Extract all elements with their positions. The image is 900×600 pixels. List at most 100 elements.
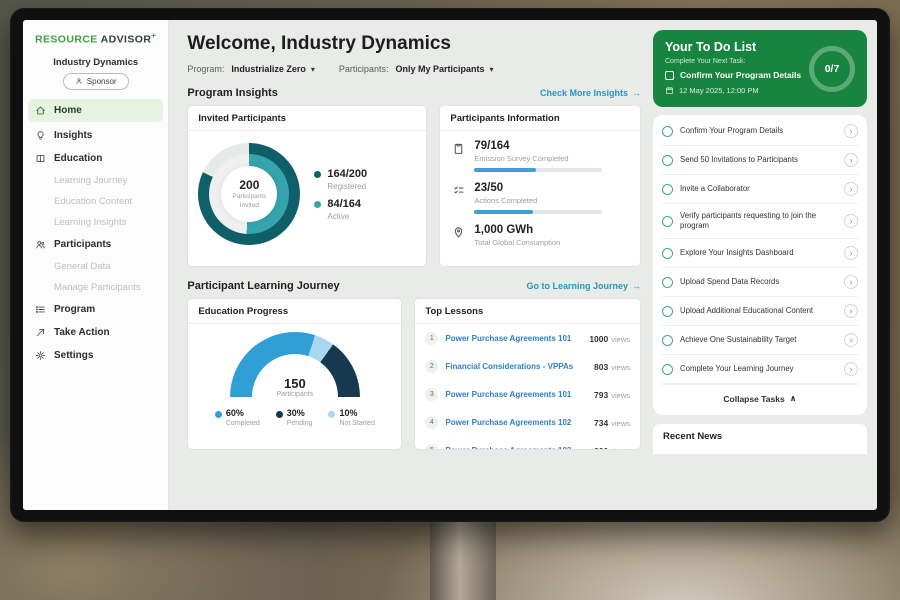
checklist-icon bbox=[452, 184, 465, 197]
chevron-right-icon[interactable]: › bbox=[844, 333, 858, 347]
todo-progress-ring: 0/7 bbox=[809, 46, 855, 92]
sidebar-item-manage-participants[interactable]: Manage Participants bbox=[23, 277, 168, 298]
views-unit: views bbox=[611, 419, 630, 428]
dashboard-screen: RESOURCE ADVISOR+ Industry Dynamics Spon… bbox=[23, 20, 877, 510]
gauge-label: Participants bbox=[230, 391, 360, 398]
task-checkbox-icon[interactable] bbox=[662, 155, 673, 166]
task-checkbox-icon[interactable] bbox=[662, 306, 673, 317]
legend-registered: 164/200 Registered bbox=[314, 168, 367, 191]
chevron-right-icon[interactable]: › bbox=[844, 124, 858, 138]
sidebar-item-learning-insights[interactable]: Learning Insights bbox=[23, 212, 168, 233]
chevron-right-icon[interactable]: › bbox=[844, 153, 858, 167]
todo-summary-card: Your To Do List Complete Your Next Task:… bbox=[653, 30, 867, 107]
task-row[interactable]: Verify participants requesting to join t… bbox=[662, 204, 858, 239]
collapse-tasks-button[interactable]: Collapse Tasks ∧ bbox=[662, 384, 858, 411]
next-task-row[interactable]: Confirm Your Program Details bbox=[665, 70, 815, 80]
legend-completed: 60% Completed bbox=[215, 408, 260, 427]
sidebar-nav: Home Insights Education Learning Journey… bbox=[23, 99, 168, 367]
sidebar-item-general-data[interactable]: General Data bbox=[23, 256, 168, 277]
sidebar-item-home[interactable]: Home bbox=[28, 99, 163, 122]
due-date: 12 May 2025, 12:00 PM bbox=[679, 86, 759, 95]
chevron-right-icon[interactable]: › bbox=[844, 275, 858, 289]
sidebar-item-take-action[interactable]: Take Action bbox=[23, 321, 168, 344]
checkbox-icon[interactable] bbox=[665, 71, 674, 80]
rank-badge: 3 bbox=[425, 388, 438, 401]
brand-primary: RESOURCE bbox=[35, 34, 98, 46]
registered-value: 164/200 bbox=[327, 168, 367, 180]
nav-label: Program bbox=[54, 304, 95, 315]
task-row[interactable]: Complete Your Learning Journey › bbox=[662, 355, 858, 384]
task-checkbox-icon[interactable] bbox=[662, 126, 673, 137]
link-label: Go to Learning Journey bbox=[526, 281, 628, 291]
lightbulb-icon bbox=[35, 130, 46, 141]
views-count: 803 bbox=[594, 362, 608, 372]
chevron-right-icon[interactable]: › bbox=[844, 214, 858, 228]
task-row[interactable]: Achieve One Sustainability Target › bbox=[662, 326, 858, 355]
lesson-link[interactable]: Financial Considerations - VPPAs bbox=[445, 362, 587, 371]
people-icon bbox=[35, 239, 46, 250]
book-icon bbox=[35, 153, 46, 164]
task-row[interactable]: Confirm Your Program Details › bbox=[662, 117, 858, 146]
learning-journey-title: Participant Learning Journey bbox=[187, 280, 339, 292]
sidebar-item-education[interactable]: Education bbox=[23, 147, 168, 170]
task-row[interactable]: Upload Additional Educational Content › bbox=[662, 297, 858, 326]
views-unit: views bbox=[611, 391, 630, 400]
chevron-right-icon[interactable]: › bbox=[844, 304, 858, 318]
task-row[interactable]: Upload Spend Data Records › bbox=[662, 268, 858, 297]
task-checkbox-icon[interactable] bbox=[662, 216, 673, 227]
org-name: Industry Dynamics bbox=[23, 57, 168, 68]
education-progress-card: Education Progress 150 Participants bbox=[187, 298, 402, 450]
sidebar-item-program[interactable]: Program bbox=[23, 298, 168, 321]
lesson-link[interactable]: Power Purchase Agreements 103 bbox=[445, 446, 587, 451]
legend-pending: 30% Pending bbox=[276, 408, 313, 427]
task-row[interactable]: Send 50 Invitations to Participants › bbox=[662, 146, 858, 175]
lesson-row: 3 Power Purchase Agreements 101 793views bbox=[415, 380, 640, 408]
stat-emission-survey: 79/164 Emission Survey Completed bbox=[452, 140, 628, 172]
not-started-dot-icon bbox=[328, 411, 335, 418]
chevron-right-icon[interactable]: › bbox=[844, 182, 858, 196]
check-more-insights-link[interactable]: Check More Insights → bbox=[540, 88, 641, 98]
task-label: Verify participants requesting to join t… bbox=[680, 211, 837, 231]
lesson-link[interactable]: Power Purchase Agreements 101 bbox=[445, 390, 587, 399]
task-checkbox-icon[interactable] bbox=[662, 184, 673, 195]
go-to-learning-journey-link[interactable]: Go to Learning Journey → bbox=[526, 281, 641, 291]
invited-total: 200 bbox=[239, 178, 259, 192]
legend-not-started: 10% Not Started bbox=[328, 408, 374, 427]
sponsor-badge[interactable]: Sponsor bbox=[63, 73, 129, 90]
sidebar-item-participants[interactable]: Participants bbox=[23, 233, 168, 256]
card-title: Top Lessons bbox=[415, 299, 640, 324]
chevron-down-icon: ▾ bbox=[489, 65, 493, 74]
stat-label: Emission Survey Completed bbox=[474, 154, 602, 163]
sidebar-item-settings[interactable]: Settings bbox=[23, 344, 168, 367]
recent-news-header: Recent News bbox=[653, 424, 867, 454]
task-label: Invite a Collaborator bbox=[680, 184, 837, 194]
donut-legend: 164/200 Registered 84/164 Active bbox=[314, 161, 367, 228]
participants-filter-label: Participants: bbox=[339, 64, 389, 74]
sidebar-item-insights[interactable]: Insights bbox=[23, 124, 168, 147]
participants-select[interactable]: Only My Participants ▾ bbox=[395, 64, 493, 74]
chevron-right-icon[interactable]: › bbox=[844, 246, 858, 260]
legend-active: 84/164 Active bbox=[314, 198, 367, 221]
program-select[interactable]: Industrialize Zero ▾ bbox=[231, 64, 315, 74]
task-row[interactable]: Explore Your Insights Dashboard › bbox=[662, 239, 858, 268]
nav-label: Home bbox=[54, 105, 82, 116]
sidebar-item-education-content[interactable]: Education Content bbox=[23, 191, 168, 212]
task-label: Complete Your Learning Journey bbox=[680, 364, 837, 374]
lesson-link[interactable]: Power Purchase Agreements 102 bbox=[445, 418, 587, 427]
next-task-label: Confirm Your Program Details bbox=[680, 70, 801, 80]
stat-value: 1,000 GWh bbox=[474, 224, 560, 236]
stat-value: 23/50 bbox=[474, 182, 602, 194]
gear-icon bbox=[35, 350, 46, 361]
task-checkbox-icon[interactable] bbox=[662, 277, 673, 288]
chevron-right-icon[interactable]: › bbox=[844, 362, 858, 376]
action-arrow-icon bbox=[35, 327, 46, 338]
task-checkbox-icon[interactable] bbox=[662, 335, 673, 346]
clipboard-icon bbox=[452, 142, 465, 155]
lesson-link[interactable]: Power Purchase Agreements 101 bbox=[445, 334, 582, 343]
task-checkbox-icon[interactable] bbox=[662, 248, 673, 259]
task-checkbox-icon[interactable] bbox=[662, 364, 673, 375]
todo-task-list: Confirm Your Program Details › Send 50 I… bbox=[653, 115, 867, 415]
card-title: Invited Participants bbox=[188, 106, 426, 131]
sidebar-item-learning-journey[interactable]: Learning Journey bbox=[23, 170, 168, 191]
task-row[interactable]: Invite a Collaborator › bbox=[662, 175, 858, 204]
